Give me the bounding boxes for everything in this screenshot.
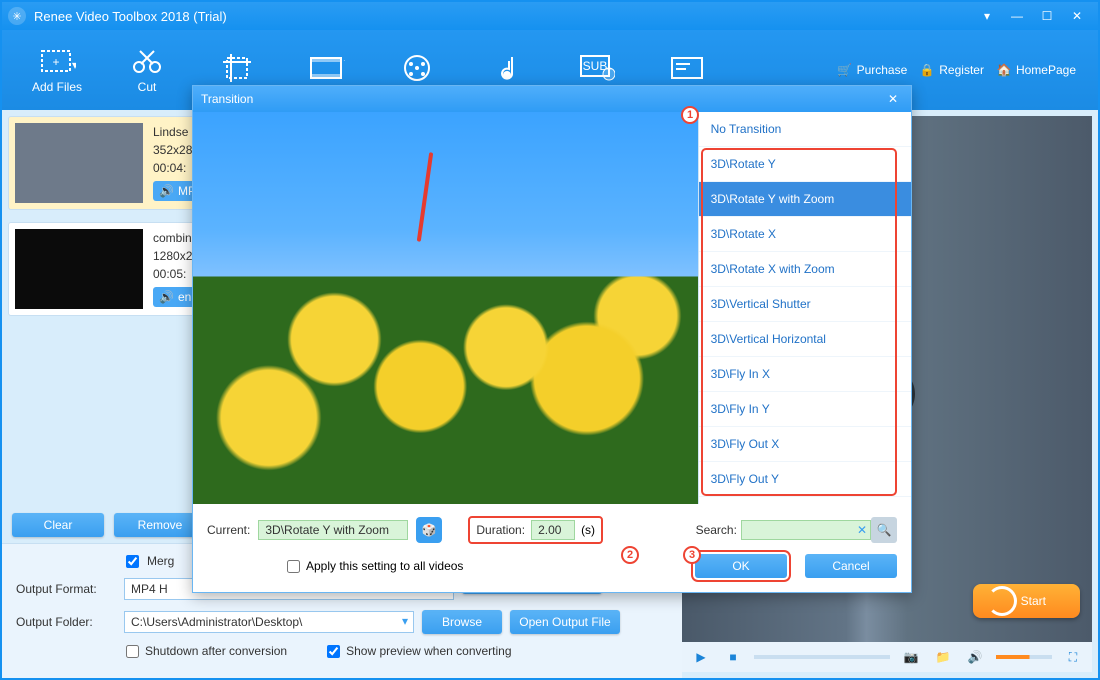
- add-files-button[interactable]: +▾ Add Files: [12, 40, 102, 100]
- stop-icon[interactable]: ■: [722, 646, 744, 668]
- cart-icon: 🛒: [837, 62, 853, 78]
- transition-dialog: Transition ✕ No Transition3D\Rotate Y3D\…: [192, 85, 912, 593]
- close-button[interactable]: ✕: [1062, 6, 1092, 26]
- dice-icon: 🎲: [422, 523, 437, 537]
- transition-option[interactable]: 3D\Rotate X: [699, 217, 911, 252]
- output-folder-label: Output Folder:: [16, 615, 116, 629]
- transition-option[interactable]: 3D\Rotate Y with Zoom: [699, 182, 911, 217]
- open-output-button[interactable]: Open Output File: [510, 610, 620, 634]
- settings-card-icon: [668, 53, 706, 83]
- play-icon[interactable]: ▶: [690, 646, 712, 668]
- home-icon: 🏠: [996, 62, 1012, 78]
- svg-text:+: +: [52, 55, 59, 69]
- seek-slider[interactable]: [754, 655, 890, 659]
- register-link[interactable]: 🔒 Register: [919, 62, 984, 78]
- current-transition-value: 3D\Rotate Y with Zoom: [258, 520, 408, 540]
- shutdown-checkbox[interactable]: [126, 645, 139, 658]
- search-icon: 🔍: [877, 523, 892, 537]
- callout-3: 3: [683, 546, 701, 564]
- start-button[interactable]: Start: [973, 584, 1080, 618]
- search-label: Search:: [696, 523, 737, 537]
- duration-input[interactable]: 2.00: [531, 520, 575, 540]
- current-label: Current:: [207, 523, 250, 537]
- cancel-button[interactable]: Cancel: [805, 554, 897, 578]
- transition-list: No Transition3D\Rotate Y3D\Rotate Y with…: [698, 112, 911, 504]
- transition-option[interactable]: 3D\Fly In X: [699, 357, 911, 392]
- app-title: Renee Video Toolbox 2018 (Trial): [34, 9, 972, 24]
- callout-1: 1: [681, 106, 699, 124]
- purchase-link[interactable]: 🛒 Purchase: [837, 62, 908, 78]
- transition-option[interactable]: 3D\Vertical Shutter: [699, 287, 911, 322]
- preview-controls: ▶ ■ 📷 📁 🔊 ⛶: [682, 642, 1092, 672]
- search-input[interactable]: [741, 520, 871, 540]
- transition-preview: [193, 112, 698, 504]
- window-menu-icon[interactable]: ▾: [972, 6, 1002, 26]
- random-button[interactable]: 🎲: [416, 517, 442, 543]
- add-files-icon: +▾: [38, 46, 76, 76]
- watermark-icon: [398, 53, 436, 83]
- merge-checkbox[interactable]: [126, 555, 139, 568]
- lock-icon: 🔒: [919, 62, 935, 78]
- video-thumbnail: [15, 123, 143, 203]
- cut-label: Cut: [138, 80, 157, 94]
- preview-checkbox[interactable]: [327, 645, 340, 658]
- output-format-label: Output Format:: [16, 582, 116, 596]
- snapshot-icon[interactable]: 📷: [900, 646, 922, 668]
- video-thumbnail: [15, 229, 143, 309]
- duration-label: Duration:: [476, 523, 525, 537]
- purchase-label: Purchase: [857, 63, 908, 77]
- preview-label: Show preview when converting: [346, 644, 511, 658]
- transition-option[interactable]: 3D\Rotate X with Zoom: [699, 252, 911, 287]
- apply-all-checkbox[interactable]: [287, 560, 300, 573]
- volume-slider[interactable]: [996, 655, 1052, 659]
- dialog-close-icon[interactable]: ✕: [883, 92, 903, 106]
- shutdown-label: Shutdown after conversion: [145, 644, 287, 658]
- homepage-label: HomePage: [1016, 63, 1076, 77]
- speaker-icon: 🔊: [159, 182, 174, 200]
- duration-unit: (s): [581, 523, 595, 537]
- speaker-icon: 🔊: [159, 288, 174, 306]
- volume-icon[interactable]: 🔊: [964, 646, 986, 668]
- transition-option[interactable]: 3D\Rotate Y: [699, 147, 911, 182]
- subtitle-icon: SUBT: [578, 53, 616, 83]
- svg-text:✦: ✦: [343, 55, 345, 68]
- homepage-link[interactable]: 🏠 HomePage: [996, 62, 1076, 78]
- merge-label: Merg: [147, 554, 174, 568]
- clear-button[interactable]: Clear: [12, 513, 104, 537]
- add-files-label: Add Files: [32, 80, 82, 94]
- transition-option[interactable]: 3D\Fly In Y: [699, 392, 911, 427]
- fullscreen-icon[interactable]: ⛶: [1062, 646, 1084, 668]
- music-icon: [488, 53, 526, 83]
- dialog-title: Transition: [201, 92, 883, 106]
- app-logo-icon: ✳: [8, 7, 26, 25]
- svg-text:▾: ▾: [72, 58, 76, 72]
- film-effects-icon: ✦: [308, 53, 346, 83]
- output-folder-input[interactable]: C:\Users\Administrator\Desktop\: [124, 611, 414, 633]
- audio-badge[interactable]: 🔊 en: [153, 287, 197, 307]
- register-label: Register: [939, 63, 984, 77]
- transition-option[interactable]: 3D\Vertical Horizontal: [699, 322, 911, 357]
- browse-button[interactable]: Browse: [422, 610, 502, 634]
- ok-button[interactable]: OK: [695, 554, 787, 578]
- transition-option[interactable]: 3D\Fly Out X: [699, 427, 911, 462]
- transition-option[interactable]: 3D\Fly Out Y: [699, 462, 911, 497]
- minimize-button[interactable]: —: [1002, 6, 1032, 26]
- cut-icon: [128, 46, 166, 76]
- folder-icon[interactable]: 📁: [932, 646, 954, 668]
- transition-option[interactable]: No Transition: [699, 112, 911, 147]
- titlebar: ✳ Renee Video Toolbox 2018 (Trial) ▾ — ☐…: [2, 2, 1098, 30]
- search-button[interactable]: 🔍: [871, 517, 897, 543]
- duration-group: Duration: 2.00 (s): [468, 516, 603, 544]
- callout-2: 2: [621, 546, 639, 564]
- maximize-button[interactable]: ☐: [1032, 6, 1062, 26]
- cut-button[interactable]: Cut: [102, 40, 192, 100]
- crop-icon: [218, 53, 256, 83]
- clear-search-icon[interactable]: ✕: [857, 523, 867, 537]
- svg-text:T: T: [605, 66, 613, 80]
- apply-all-label: Apply this setting to all videos: [306, 559, 463, 573]
